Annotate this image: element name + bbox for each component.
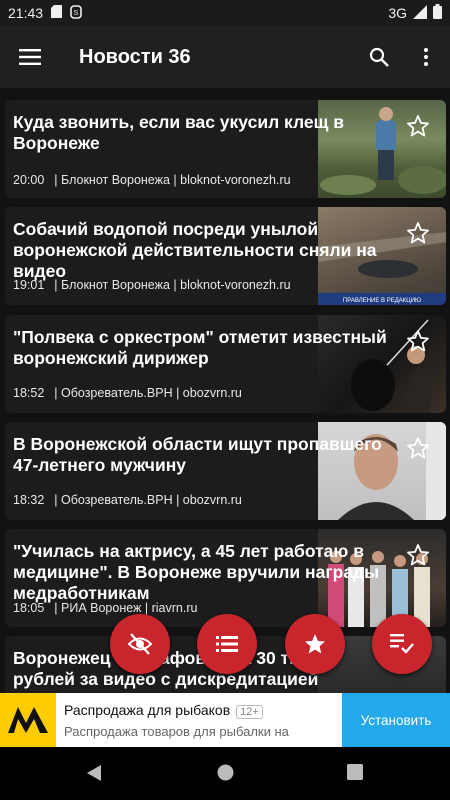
recents-square-icon [347,764,363,780]
favorites-button[interactable] [285,614,345,674]
yandex-market-logo [8,707,48,733]
star-outline-icon [407,115,429,137]
article-time: 18:05 [13,601,45,615]
article-source: | Блокнот Воронежа | bloknot-voronezh.ru [54,278,291,292]
hamburger-icon [19,49,41,65]
news-feed[interactable]: Куда звонить, если вас укусил клещ в Вор… [0,88,450,693]
back-triangle-icon [87,765,101,781]
svg-text:S: S [74,10,79,17]
age-rating-badge: 12+ [236,704,263,719]
ad-text: Распродажа для рыбаков 12+ Распродажа тов… [56,693,342,747]
star-outline-icon [407,330,429,352]
more-vert-icon [424,48,428,66]
status-time: 21:43 [8,5,44,21]
favorite-button[interactable] [406,436,430,460]
news-card[interactable]: "Училась на актрису, а 45 лет работаю в … [5,529,446,627]
list-icon [216,636,238,652]
article-meta: 18:05 | РИА Воронеж | riavrn.ru [13,601,197,615]
article-meta: 19:01 | Блокнот Воронежа | bloknot-vorone… [13,278,291,292]
article-time: 20:00 [13,173,45,187]
article-source: | Обозреватель.ВРН | obozvrn.ru [54,386,242,400]
article-time: 18:52 [13,386,45,400]
article-meta: 18:32 | Обозреватель.ВРН | obozvrn.ru [13,493,242,507]
news-card[interactable]: Куда звонить, если вас укусил клещ в Вор… [5,100,446,198]
playlist-check-icon [390,634,414,654]
star-outline-icon [407,544,429,566]
status-bar: 21:43 S 3G [0,0,450,26]
search-button[interactable] [364,42,394,72]
article-meta: 20:00 | Блокнот Воронежа | bloknot-vorone… [13,173,291,187]
article-meta: 18:52 | Обозреватель.ВРН | obozvrn.ru [13,386,242,400]
recents-button[interactable] [347,764,363,785]
favorite-button[interactable] [406,329,430,353]
news-card[interactable]: ПРАВЛЕНИЕ В РЕДАКЦИЮ Собачий водопой пос… [5,207,446,305]
system-nav-bar [0,747,450,800]
menu-button[interactable] [0,26,60,88]
ad-title: Распродажа для рыбаков [64,701,231,718]
eye-off-icon [127,633,153,655]
article-source: | Блокнот Воронежа | bloknot-voronezh.ru [54,173,291,187]
home-circle-icon [217,764,234,781]
favorite-button[interactable] [406,543,430,567]
home-button[interactable] [217,764,234,786]
star-outline-icon [407,222,429,244]
back-button[interactable] [86,764,102,787]
ad-subtitle: Распродажа товаров для рыбалки на [64,723,289,739]
hide-read-button[interactable] [110,614,170,674]
article-time: 18:32 [13,493,45,507]
app-bar: Новости 36 [0,26,450,88]
article-headline[interactable]: Собачий водопой посреди унылой воронежск… [13,219,393,282]
star-outline-icon [407,437,429,459]
article-headline[interactable]: "Полвека с оркестром" отметит известный … [13,327,393,369]
article-headline[interactable]: Куда звонить, если вас укусил клещ в Вор… [13,112,393,154]
favorite-button[interactable] [406,221,430,245]
article-headline[interactable]: В Воронежской области ищут пропавшего 47… [13,434,393,476]
search-icon [369,47,389,67]
article-source: | Обозреватель.ВРН | obozvrn.ru [54,493,242,507]
signal-icon [413,4,427,22]
article-time: 19:01 [13,278,45,292]
mark-all-read-button[interactable] [372,614,432,674]
thumb-caption: ПРАВЛЕНИЕ В РЕДАКЦИЮ [343,298,421,304]
article-source: | РИА Воронеж | riavrn.ru [54,601,198,615]
page-title: Новости 36 [79,45,191,68]
usb-debug-icon: S [70,4,82,22]
sd-card-icon [51,5,63,21]
more-options-button[interactable] [414,42,438,72]
install-button[interactable]: Установить [342,693,450,747]
news-card[interactable]: "Полвека с оркестром" отметит известный … [5,315,446,413]
list-view-button[interactable] [197,614,257,674]
news-card[interactable]: В Воронежской области ищут пропавшего 47… [5,422,446,520]
star-filled-icon [305,634,325,654]
network-type: 3G [388,5,407,21]
article-headline[interactable]: "Училась на актрису, а 45 лет работаю в … [13,541,393,604]
ad-logo [0,693,56,747]
ad-banner[interactable]: Распродажа для рыбаков 12+ Распродажа тов… [0,693,450,747]
favorite-button[interactable] [406,114,430,138]
battery-icon [433,4,442,22]
